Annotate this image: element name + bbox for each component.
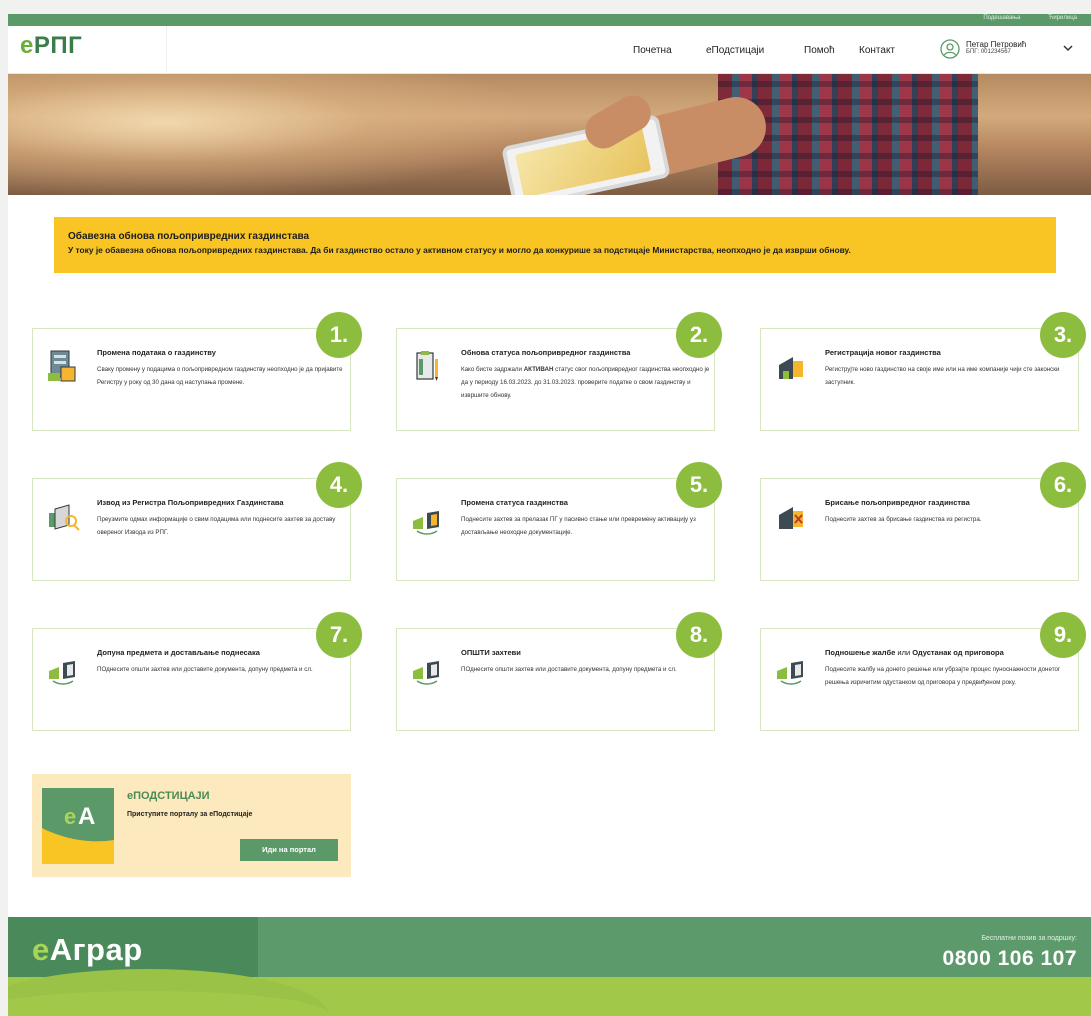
step-badge-8: 8.	[676, 612, 722, 658]
document-exchange-icon	[413, 661, 439, 685]
delete-farm-icon	[779, 507, 803, 529]
card-renew-status[interactable]: Обнова статуса пољопривредног газдинства…	[396, 328, 715, 431]
step-badge-9: 9.	[1040, 612, 1086, 658]
user-avatar-icon	[940, 39, 960, 59]
svg-text:е: е	[64, 804, 76, 829]
logo-divider	[166, 26, 167, 74]
card-text: Како бисте задржали АКТИВАН статус свог …	[461, 366, 710, 399]
step-badge-4: 4.	[316, 462, 362, 508]
card-text: Преузмите одмах информације о свим подац…	[97, 516, 336, 536]
card-title: Промена статуса газдинства	[461, 498, 568, 507]
card-title: Допуна предмета и достављање поднесака	[97, 648, 260, 657]
step-badge-6: 6.	[1040, 462, 1086, 508]
eagrar-logo[interactable]: еАграр	[32, 932, 143, 968]
step-badge-3: 3.	[1040, 312, 1086, 358]
esubsidies-promo: е А еПОДСТИЦАЈИ Приступите порталу за еП…	[32, 774, 351, 877]
erpg-logo[interactable]: еРПГ	[20, 32, 82, 60]
step-badge-2: 2.	[676, 312, 722, 358]
card-delete-farm[interactable]: Брисање пољопривредног газдинства Поднес…	[760, 478, 1079, 581]
card-text: Сваку промену у подацима о пољопривредно…	[97, 366, 343, 386]
user-name: Петар Петровић	[966, 40, 1027, 49]
go-to-portal-button[interactable]: Иди на портал	[240, 839, 338, 861]
card-text: Поднесите захтев за прелазак ПГ у пасивн…	[461, 516, 696, 536]
page-frame: Подешавања Ћирилица еРПГ Почетна еПодсти…	[8, 14, 1091, 1016]
card-title: Извод из Регистра Пољопривредних Газдинс…	[97, 498, 284, 507]
document-exchange-icon	[777, 661, 803, 685]
support-phone-label: Бесплатни позив за подршку:	[981, 935, 1077, 942]
ea-logo-icon: е А	[42, 788, 114, 864]
renewal-alert: Обавезна обнова пољопривредних газдинста…	[54, 217, 1056, 273]
step-badge-5: 5.	[676, 462, 722, 508]
card-register-extract[interactable]: Извод из Регистра Пољопривредних Газдинс…	[32, 478, 351, 581]
nav-home[interactable]: Почетна	[633, 45, 672, 56]
support-phone-number[interactable]: 0800 106 107	[943, 947, 1077, 971]
card-text: ПОднесите општи захтев или доставите док…	[461, 666, 677, 673]
promo-subtitle: Приступите порталу за еПодстицаје	[127, 811, 253, 818]
card-title: Брисање пољопривредног газдинства	[825, 498, 970, 507]
card-title: ОПШТИ захтеви	[461, 648, 521, 657]
clipboard-pencil-icon	[416, 351, 438, 381]
card-register-new-farm[interactable]: Регистрација новог газдинства Региструјт…	[760, 328, 1079, 431]
nav-contact[interactable]: Контакт	[859, 45, 895, 56]
card-title: Подношење жалбе или Одустанак од пригово…	[825, 648, 1004, 657]
farm-document-icon	[48, 350, 76, 382]
chevron-down-icon[interactable]	[1062, 43, 1074, 53]
step-badge-1: 1.	[316, 312, 362, 358]
card-title: Обнова статуса пољопривредног газдинства	[461, 348, 631, 357]
card-text: Региструјте ново газдинство на своје име…	[825, 366, 1060, 386]
card-change-farm-status[interactable]: Промена статуса газдинства Поднесите зах…	[396, 478, 715, 581]
register-extract-icon	[49, 504, 80, 531]
card-appeal-withdrawal[interactable]: Подношење жалбе или Одустанак од пригово…	[760, 628, 1079, 731]
register-farm-icon	[779, 357, 803, 379]
card-title: Регистрација новог газдинства	[825, 348, 941, 357]
main-navbar: еРПГ Почетна еПодстицаји Помоћ Контакт П…	[8, 26, 1091, 74]
script-switch-link[interactable]: Ћирилица	[1048, 15, 1077, 21]
card-text: ПОднесите општи захтев или доставите док…	[97, 666, 313, 673]
nav-esubsidies[interactable]: еПодстицаји	[706, 45, 764, 56]
card-title: Промена података о газдинству	[97, 348, 216, 357]
settings-link[interactable]: Подешавања	[983, 15, 1020, 21]
top-utility-bar: Подешавања Ћирилица	[8, 14, 1091, 26]
card-change-farm-data[interactable]: Промена података о газдинству Сваку пром…	[32, 328, 351, 431]
user-menu[interactable]: Петар Петровић БПГ: 001234567	[940, 37, 1073, 63]
card-text: Поднесите жалбу на донето решење или убр…	[825, 666, 1061, 686]
alert-title: Обавезна обнова пољопривредних газдинста…	[68, 231, 310, 242]
step-badge-7: 7.	[316, 612, 362, 658]
card-supplement-submissions[interactable]: Допуна предмета и достављање поднесака П…	[32, 628, 351, 731]
document-exchange-icon	[49, 661, 75, 685]
status-change-icon	[413, 511, 439, 535]
alert-text: У току је обавезна обнова пољопривредних…	[68, 245, 851, 255]
user-bpg-number: БПГ: 001234567	[966, 49, 1011, 55]
svg-text:А: А	[78, 803, 95, 830]
promo-title: еПОДСТИЦАЈИ	[127, 790, 210, 802]
footer: еАграр Бесплатни позив за подршку: 0800 …	[8, 917, 1091, 1016]
card-text: Поднесите захтев за брисање газдинства и…	[825, 516, 982, 523]
hero-banner	[8, 74, 1091, 195]
card-general-requests[interactable]: ОПШТИ захтеви ПОднесите општи захтев или…	[396, 628, 715, 731]
nav-help[interactable]: Помоћ	[804, 45, 835, 56]
